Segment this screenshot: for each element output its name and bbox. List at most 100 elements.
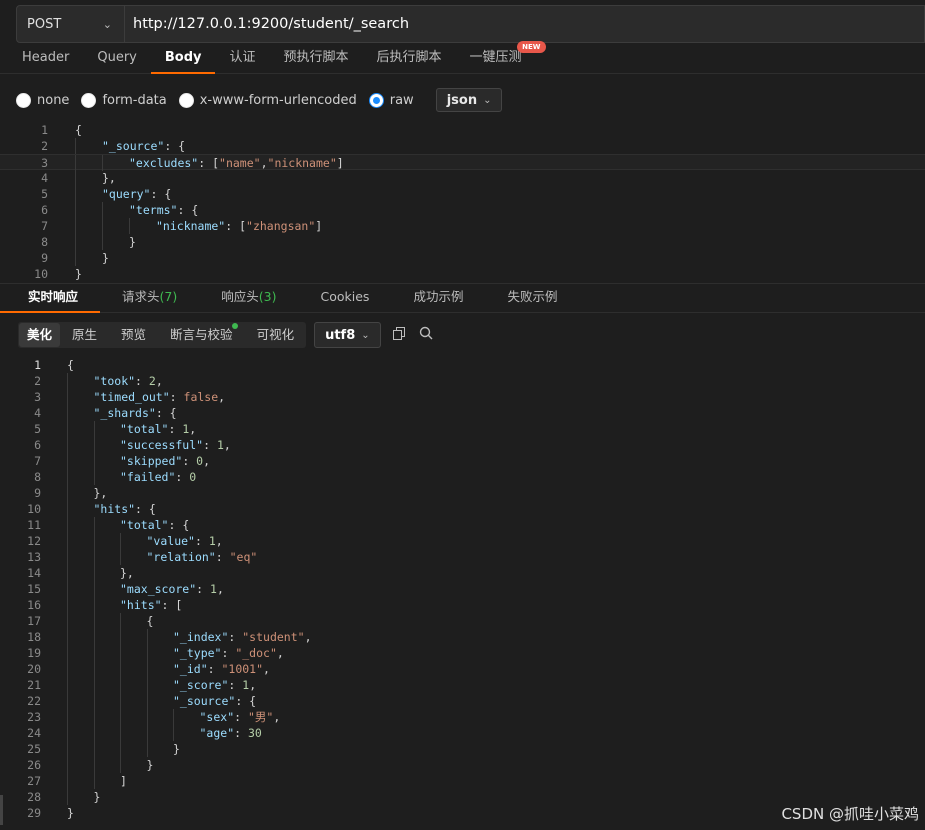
- code-token: ,: [260, 156, 268, 170]
- body-format-select[interactable]: json ⌄: [435, 88, 503, 112]
- indent-guide: [93, 645, 95, 661]
- code-line: 21 "_score": 1,: [0, 677, 925, 693]
- code-token: : {: [164, 139, 186, 153]
- code-text: "successful": 1,: [120, 437, 231, 453]
- indent-guide: [93, 453, 95, 469]
- code-token: :: [194, 534, 209, 548]
- indent-guide: [93, 597, 95, 613]
- url-input[interactable]: http://127.0.0.1:9200/student/_search: [125, 16, 409, 32]
- line-number: 24: [27, 726, 41, 740]
- body-type-radio[interactable]: form-data: [81, 92, 167, 108]
- code-token: :: [234, 710, 248, 724]
- tab-3[interactable]: Body: [150, 44, 216, 74]
- new-badge: NEW: [517, 40, 546, 53]
- tab-4[interactable]: 认证: [215, 44, 269, 74]
- response-tab-label: 请求头: [122, 289, 160, 304]
- code-token: "_doc": [235, 646, 277, 660]
- code-line: 6 "successful": 1,: [0, 437, 925, 453]
- response-tab[interactable]: 失败示例: [485, 283, 579, 313]
- body-type-radio[interactable]: none: [16, 92, 70, 108]
- body-type-radio[interactable]: x-www-form-urlencoded: [178, 92, 357, 108]
- code-text: "_type": "_doc",: [173, 645, 284, 661]
- code-token: }: [93, 790, 101, 804]
- tab-1[interactable]: Header: [0, 44, 83, 74]
- indent-guide: [67, 389, 68, 405]
- code-token: "excludes": [129, 156, 199, 170]
- view-mode-item[interactable]: 断言与校验: [158, 323, 245, 347]
- response-tab[interactable]: 请求头(7): [100, 283, 199, 313]
- view-mode-item[interactable]: 美化: [19, 323, 61, 347]
- indent-guide: [67, 741, 68, 757]
- tab-2[interactable]: Query: [83, 44, 151, 74]
- view-mode-item[interactable]: 原生: [60, 323, 109, 347]
- encoding-select[interactable]: utf8 ⌄: [314, 322, 381, 348]
- tab-6[interactable]: 后执行脚本: [363, 44, 456, 74]
- response-tab[interactable]: 成功示例: [391, 283, 485, 313]
- view-mode-item[interactable]: 可视化: [245, 323, 307, 347]
- code-token: : [: [161, 598, 183, 612]
- indent-guide: [93, 741, 95, 757]
- indent-guide: [93, 517, 95, 533]
- response-tab[interactable]: 实时响应: [0, 283, 101, 313]
- line-number: 26: [27, 758, 41, 772]
- code-token: ,: [218, 390, 226, 404]
- code-token: {: [146, 614, 154, 628]
- indent-guide: [93, 677, 95, 693]
- line-number: 14: [27, 566, 41, 580]
- radio-dot[interactable]: [81, 92, 97, 108]
- tab-label: 预执行脚本: [283, 49, 349, 65]
- radio-dot[interactable]: [178, 92, 194, 108]
- radio-dot[interactable]: [16, 92, 31, 108]
- response-tab[interactable]: 响应头(3): [199, 283, 298, 313]
- code-token: ,: [276, 646, 284, 660]
- response-tab[interactable]: Cookies: [298, 283, 391, 313]
- view-mode-item[interactable]: 预览: [109, 323, 158, 347]
- code-token: ,: [273, 710, 281, 724]
- scrollbar-marker[interactable]: [0, 795, 3, 825]
- search-icon[interactable]: [419, 326, 433, 344]
- line-number: 5: [41, 187, 48, 201]
- radio-label: none: [37, 92, 70, 108]
- response-tab-label: 失败示例: [507, 289, 558, 304]
- indent-guide: [67, 469, 68, 485]
- code-token: :: [196, 582, 211, 596]
- code-line: 15 "max_score": 1,: [0, 581, 925, 597]
- tab-5[interactable]: 预执行脚本: [270, 44, 363, 74]
- code-token: :: [228, 678, 243, 692]
- copy-icon[interactable]: [393, 326, 407, 344]
- line-number: 29: [27, 806, 41, 820]
- indent-guide: [67, 789, 68, 805]
- line-number: 27: [27, 774, 41, 788]
- line-number: 6: [34, 438, 41, 452]
- code-text: ]: [120, 773, 127, 789]
- line-number: 16: [27, 598, 41, 612]
- line-number: 19: [27, 646, 41, 660]
- code-token: 0: [189, 470, 197, 484]
- code-line: 7 "nickname": ["zhangsan"]: [0, 218, 925, 234]
- indent-guide: [75, 186, 76, 202]
- tab-label: 后执行脚本: [376, 49, 442, 65]
- body-type-radio[interactable]: raw: [368, 92, 414, 108]
- code-text: },: [120, 565, 134, 581]
- tab-7[interactable]: 一键压测 NEW: [456, 40, 546, 74]
- method-select[interactable]: POST ⌄: [17, 6, 125, 42]
- code-token: ,: [223, 438, 231, 452]
- radio-dot[interactable]: [368, 92, 384, 108]
- line-number: 1: [34, 358, 41, 372]
- indent-guide: [67, 437, 68, 453]
- code-token: ]: [120, 774, 127, 788]
- indent-guide: [93, 469, 95, 485]
- line-number: 10: [27, 502, 41, 516]
- code-token: "eq": [229, 550, 258, 564]
- code-token: {: [75, 123, 82, 137]
- response-body-viewer[interactable]: 1{2 "took": 2, 3 "timed_out": false, 4 "_shar…: [0, 357, 925, 830]
- line-number: 10: [34, 267, 48, 281]
- indent-guide: [102, 202, 103, 218]
- line-number: 1: [41, 123, 48, 137]
- code-text: "_source": {: [102, 138, 185, 154]
- code-token: :: [215, 550, 230, 564]
- code-text: }: [129, 234, 136, 250]
- code-token: {: [67, 358, 74, 372]
- code-token: "max_score": [120, 582, 197, 596]
- request-body-editor[interactable]: 1{2 "_source": {3 "excludes": ["name","nic…: [0, 122, 925, 282]
